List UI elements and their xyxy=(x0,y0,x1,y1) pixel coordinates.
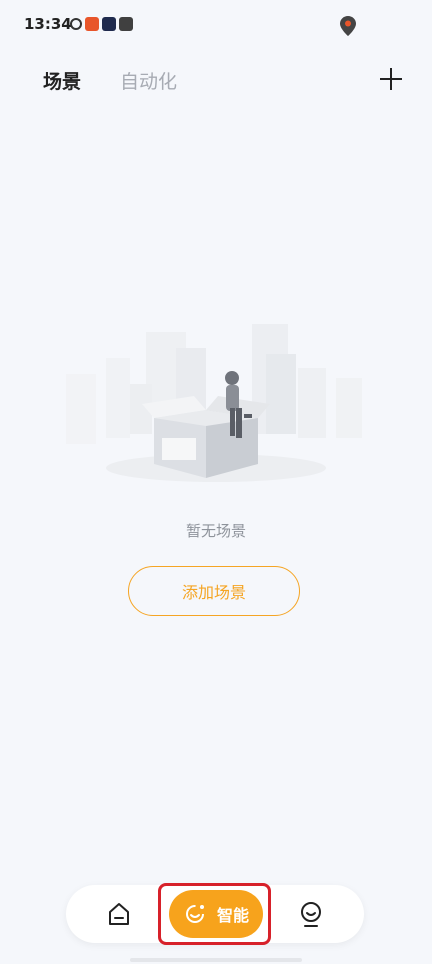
home-icon[interactable] xyxy=(106,901,132,927)
play-notification-icon xyxy=(102,17,116,31)
tab-scenes[interactable]: 场景 xyxy=(43,67,81,94)
add-scene-button[interactable]: 添加场景 xyxy=(128,566,300,616)
app-notification-icon xyxy=(85,17,99,31)
status-bar: 13:34 xyxy=(0,0,432,52)
home-indicator[interactable] xyxy=(130,958,302,962)
mail-notification-icon xyxy=(119,17,133,31)
empty-box-illustration xyxy=(66,324,362,482)
location-icon xyxy=(340,16,356,36)
highlight-annotation xyxy=(158,883,271,945)
empty-state-message: 暂无场景 xyxy=(185,522,246,540)
status-time: 13:34 xyxy=(24,15,72,33)
header: 场景 自动化 xyxy=(0,60,432,104)
sync-icon xyxy=(70,18,82,30)
profile-icon[interactable] xyxy=(298,901,324,929)
tab-automation[interactable]: 自动化 xyxy=(120,67,177,94)
notification-icons xyxy=(70,17,133,31)
add-icon[interactable] xyxy=(380,68,402,90)
